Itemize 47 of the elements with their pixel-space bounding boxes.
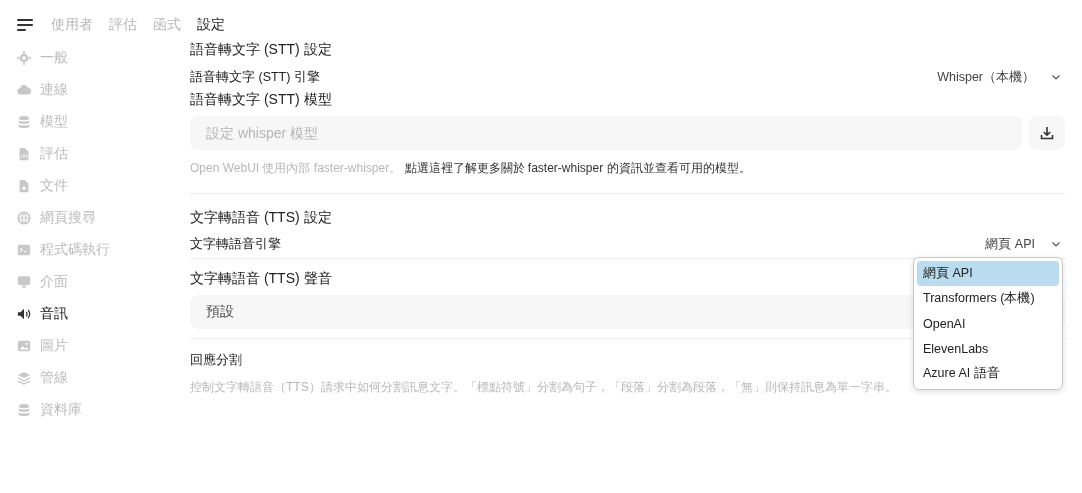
document-icon	[17, 179, 31, 193]
model-input-field[interactable]: 設定 whisper 模型	[190, 116, 1022, 150]
section-heading: 文字轉語音 (TTS) 聲音	[190, 270, 332, 288]
menu-option[interactable]: ElevenLabs	[917, 336, 1059, 361]
sidebar-item[interactable]: 音訊	[17, 298, 190, 330]
chart-document-icon	[17, 147, 31, 161]
download-button[interactable]	[1029, 116, 1065, 150]
terminal-icon	[17, 243, 31, 257]
tab[interactable]: 函式	[145, 16, 189, 34]
section-heading: 語音轉文字 (STT) 設定	[190, 41, 332, 59]
tab[interactable]: 評估	[101, 16, 145, 34]
field-label: 文字轉語音引擎	[190, 235, 281, 253]
cloud-icon	[17, 83, 31, 97]
globe-icon	[17, 211, 31, 225]
sidebar-item[interactable]: 網頁搜尋	[17, 202, 190, 234]
menu-icon[interactable]	[17, 18, 33, 32]
engine-select[interactable]: 網頁 API	[985, 235, 1065, 253]
sidebar-item[interactable]: 連線	[17, 74, 190, 106]
sidebar-item[interactable]: 圖片	[17, 330, 190, 362]
layers-icon	[17, 371, 31, 385]
database-icon	[17, 403, 31, 417]
sidebar-item[interactable]: 管線	[17, 362, 190, 394]
sidebar-item[interactable]: 一般	[17, 42, 190, 74]
menu-option[interactable]: 網頁 API	[917, 261, 1059, 286]
chevron-down-icon	[1051, 72, 1061, 82]
download-icon	[1040, 126, 1054, 140]
sidebar-item[interactable]: 文件	[17, 170, 190, 202]
chevron-down-icon	[1051, 239, 1061, 249]
speaker-icon	[17, 307, 31, 321]
help-link[interactable]: 點選這裡了解更多關於 faster-whisper 的資訊並查看可用的模型。	[404, 161, 751, 175]
sidebar-item[interactable]: 模型	[17, 106, 190, 138]
monitor-icon	[17, 275, 31, 289]
sidebar-item[interactable]: 評估	[17, 138, 190, 170]
database-icon	[17, 115, 31, 129]
section-heading: 文字轉語音 (TTS) 設定	[190, 209, 332, 227]
field-label: 語音轉文字 (STT) 引擎	[190, 68, 320, 86]
help-text: Open WebUI 使用內部 faster-whisper。 點選這裡了解更多關於 faster-whisper 的資訊並查看可用的模型。	[190, 160, 752, 177]
engine-select[interactable]: Whisper（本機）	[937, 68, 1065, 86]
tab[interactable]: 設定	[189, 16, 233, 34]
section-heading: 語音轉文字 (STT) 模型	[190, 91, 332, 109]
sidebar-item[interactable]: 介面	[17, 266, 190, 298]
field-label: 回應分割	[190, 352, 242, 369]
sidebar-item[interactable]: 程式碼執行	[17, 234, 190, 266]
menu-option[interactable]: Azure AI 語音	[917, 361, 1059, 386]
sidebar-item[interactable]: 資料庫	[17, 394, 190, 426]
tab[interactable]: 使用者	[43, 16, 101, 34]
image-icon	[17, 339, 31, 353]
